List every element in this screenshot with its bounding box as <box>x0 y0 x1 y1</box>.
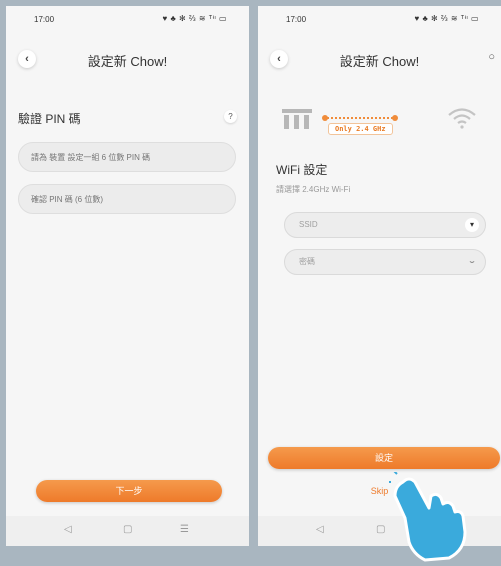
only-24ghz-badge: Only 2.4 GHz <box>328 123 393 135</box>
status-time: 17:00 <box>286 15 307 24</box>
nav-back-icon[interactable]: ◁ <box>64 524 72 535</box>
wifi-section-title: WiFi 設定 <box>276 163 328 177</box>
wifi-icon <box>448 108 476 129</box>
ssid-select[interactable]: SSID ▾ <box>284 212 486 238</box>
device-icon <box>282 109 312 131</box>
tap-hand-icon <box>389 472 467 562</box>
pin-input[interactable] <box>18 142 236 172</box>
nav-menu-icon[interactable]: ☰ <box>180 524 189 535</box>
chevron-down-icon[interactable]: ▾ <box>465 218 479 232</box>
password-label: 密碼 <box>299 257 315 266</box>
status-bar: 17:00 ♥ ♣ ✻ ⅔ ≋ ᵀᶤᶥ ▭ <box>6 14 249 28</box>
status-icons: ♥ ♣ ✻ ⅔ ≋ ᵀᶤᶥ ▭ <box>162 14 227 23</box>
connection-illustration: Only 2.4 GHz <box>258 106 501 146</box>
status-bar: 17:00 ♥ ♣ ✻ ⅔ ≋ ᵀᶤᶥ ▭ <box>258 14 501 28</box>
status-icons: ♥ ♣ ✻ ⅔ ≋ ᵀᶤᶥ ▭ <box>414 14 479 23</box>
set-button[interactable]: 設定 <box>268 447 500 469</box>
connection-line <box>322 115 398 121</box>
ssid-label: SSID <box>299 220 318 229</box>
eye-closed-icon[interactable]: ⌣ <box>465 255 479 269</box>
status-time: 17:00 <box>34 15 55 24</box>
page-title: 設定新 Chow! <box>87 54 168 69</box>
refresh-icon[interactable]: ○ <box>488 51 495 63</box>
password-field[interactable]: 密碼 ⌣ <box>284 249 486 275</box>
next-button[interactable]: 下一步 <box>36 480 222 502</box>
system-nav-bar: ◁ ▢ ☰ <box>6 516 249 546</box>
confirm-pin-input[interactable] <box>18 184 236 214</box>
wifi-section-hint: 請選擇 2.4GHz Wi-Fi <box>276 185 351 194</box>
nav-back-icon[interactable]: ◁ <box>316 524 324 535</box>
nav-home-icon[interactable]: ▢ <box>376 524 385 535</box>
page-title: 設定新 Chow! <box>339 54 420 69</box>
pin-section-label: 驗證 PIN 碼 <box>18 112 81 126</box>
nav-home-icon[interactable]: ▢ <box>123 524 132 535</box>
phone-screen-pin: 17:00 ♥ ♣ ✻ ⅔ ≋ ᵀᶤᶥ ▭ ‹ 設定新 Chow! 驗證 PIN… <box>6 6 249 546</box>
phone-screen-wifi: 17:00 ♥ ♣ ✻ ⅔ ≋ ᵀᶤᶥ ▭ ‹ 設定新 Chow! ○ Only… <box>258 6 501 546</box>
app-header: ‹ 設定新 Chow! ○ <box>258 46 501 72</box>
help-button[interactable]: ? <box>224 110 237 123</box>
app-header: ‹ 設定新 Chow! <box>6 46 249 72</box>
